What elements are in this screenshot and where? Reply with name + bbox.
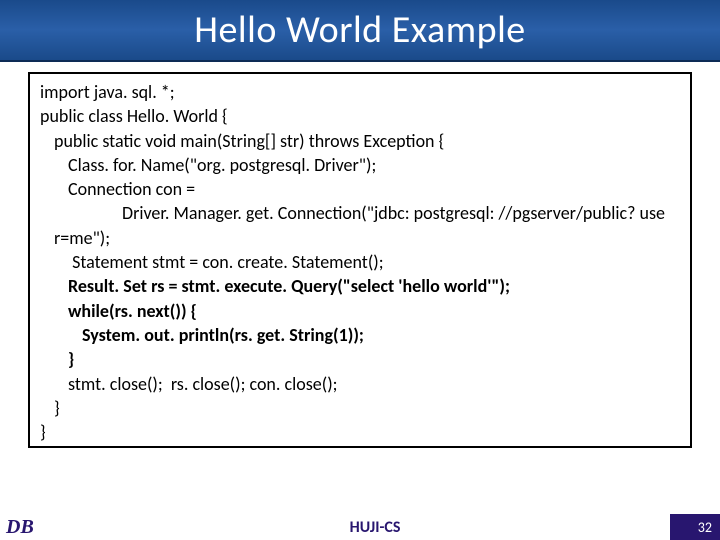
code-line: Statement stmt = con. create. Statement(… — [40, 250, 680, 274]
slide-title: Hello World Example — [194, 7, 525, 53]
code-line: Connection con = — [40, 177, 680, 201]
code-line: Driver. Manager. get. Connection("jdbc: … — [40, 201, 680, 225]
code-line: } — [40, 420, 680, 444]
page-number: 32 — [670, 514, 720, 540]
code-block: import java. sql. *; public class Hello.… — [28, 72, 692, 448]
code-line: public static void main(String[] str) th… — [40, 129, 680, 153]
slide-header: Hello World Example — [0, 0, 720, 62]
code-line: public class Hello. World { — [40, 104, 680, 128]
footer-center-label: HUJI-CS — [80, 518, 670, 537]
code-line: while(rs. next()) { — [40, 299, 680, 323]
code-line: Result. Set rs = stmt. execute. Query("s… — [40, 274, 680, 298]
footer-left-label: DB — [0, 516, 80, 539]
code-line: Class. for. Name("org. postgresql. Drive… — [40, 153, 680, 177]
code-line: System. out. println(rs. get. String(1))… — [40, 323, 680, 347]
code-line: } — [40, 396, 680, 420]
code-line: stmt. close(); rs. close(); con. close()… — [40, 372, 680, 396]
code-line: } — [40, 347, 680, 371]
code-line: r=me"); — [40, 226, 680, 250]
slide-footer: DB HUJI-CS 32 — [0, 514, 720, 540]
code-line: import java. sql. *; — [40, 80, 680, 104]
